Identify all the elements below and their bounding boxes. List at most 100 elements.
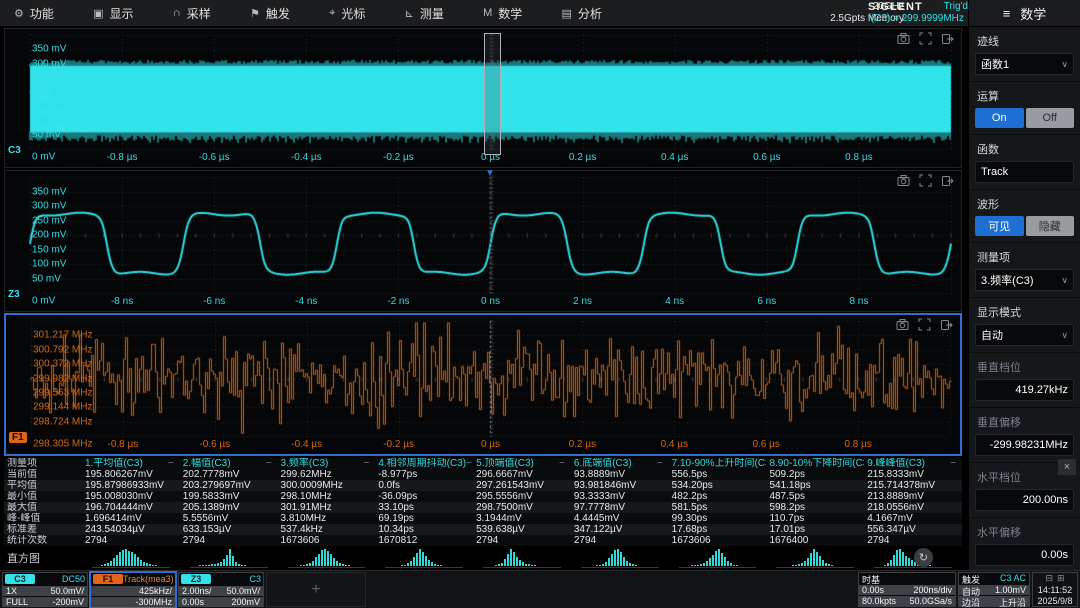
- menu-item-measure[interactable]: ⊾测量: [399, 5, 450, 22]
- remove-measurement-icon[interactable]: −: [266, 458, 272, 469]
- y-axis-label: 50 mV: [32, 273, 61, 284]
- operation-on-button[interactable]: On: [975, 108, 1024, 128]
- fullscreen-icon[interactable]: [919, 174, 932, 187]
- measurement-column-header[interactable]: 3.频率(C3)−: [278, 458, 376, 469]
- channel-box-z3[interactable]: Z3C32.00ns/50.0mV/0.00s200mV: [178, 572, 264, 607]
- remove-measurement-icon[interactable]: −: [168, 458, 174, 469]
- menu-item-trigger-flag[interactable]: ⚑触发: [244, 5, 296, 22]
- histogram-bar: [339, 563, 341, 566]
- measurement-column-header[interactable]: 4.相邻周期抖动(C3)−: [375, 458, 473, 469]
- measurement-histogram[interactable]: [288, 546, 366, 568]
- histogram-bar: [303, 565, 305, 566]
- measurement-value: 196.704444mV: [82, 502, 180, 513]
- measurement-histogram[interactable]: [679, 546, 757, 568]
- trace-label: 迹线: [977, 33, 1074, 49]
- fullscreen-icon[interactable]: [918, 318, 931, 331]
- voffset-field[interactable]: -299.98231MHz: [975, 434, 1074, 456]
- hoffset-field[interactable]: 0.00s: [975, 544, 1074, 566]
- camera-icon[interactable]: [896, 318, 909, 331]
- remove-measurement-icon[interactable]: −: [950, 458, 956, 469]
- reset-statistics-button[interactable]: ↻: [914, 548, 933, 567]
- measurement-value: 213.8889mV: [864, 491, 962, 502]
- measurement-column-header[interactable]: 7.10-90%上升时间(C3)−: [669, 458, 767, 469]
- histogram-bar: [119, 552, 121, 566]
- export-icon[interactable]: [940, 318, 953, 331]
- zoom-window-selector[interactable]: [484, 33, 501, 155]
- measurement-column-header[interactable]: 8.90-10%下降时间(C3)−: [766, 458, 864, 469]
- export-icon[interactable]: [941, 174, 954, 187]
- export-icon[interactable]: [941, 32, 954, 45]
- waveform-canvas-z3[interactable]: [5, 171, 961, 311]
- camera-icon[interactable]: [897, 32, 910, 45]
- siglent-logo: SIGLENT: [868, 1, 923, 13]
- measurement-column-header[interactable]: 1.平均值(C3)−: [82, 458, 180, 469]
- sidebar-header[interactable]: ≡ 数学: [969, 0, 1080, 27]
- menu-item-display[interactable]: ▣显示: [87, 5, 139, 22]
- hscale-field[interactable]: 200.00ns: [975, 489, 1074, 511]
- measurement-value: 296.6667mV: [473, 469, 571, 480]
- fullscreen-icon[interactable]: [919, 32, 932, 45]
- camera-icon[interactable]: [897, 174, 910, 187]
- histogram-bar: [241, 565, 243, 566]
- y-axis-label: 350 mV: [32, 186, 66, 197]
- measurement-histogram[interactable]: [483, 546, 561, 568]
- function-field[interactable]: Track: [975, 161, 1074, 183]
- trigger-box[interactable]: 触发 C3 AC 自动 1.00mV 边沿 上升沿: [958, 572, 1030, 607]
- menu-item-sampling[interactable]: ∩采样: [167, 5, 217, 22]
- menu-item-label: 分析: [578, 5, 602, 22]
- measurement-histogram[interactable]: [385, 546, 463, 568]
- math-marker-f1[interactable]: F1: [9, 432, 27, 443]
- trace-select[interactable]: 函数1 ∨: [975, 53, 1074, 75]
- measurement-histogram[interactable]: [190, 546, 268, 568]
- menu-item-math[interactable]: M数学: [477, 5, 528, 22]
- display-mode-select[interactable]: 自动 ∨: [975, 324, 1074, 346]
- column-header-text: 4.相邻周期抖动(C3): [378, 458, 466, 469]
- trigger-slope: 上升沿: [999, 596, 1026, 606]
- histogram-bar: [831, 565, 833, 566]
- measurement-column-header[interactable]: 6.底端值(C3)−: [571, 458, 669, 469]
- measurement-histogram[interactable]: [92, 546, 170, 568]
- clock-box[interactable]: ⊟ ⊞ 14:11:52 2025/9/8: [1032, 572, 1078, 607]
- waveform-canvas-f1[interactable]: [6, 315, 960, 454]
- vscale-field[interactable]: 419.27kHz: [975, 379, 1074, 401]
- timebase-points: 80.0kpts: [862, 596, 896, 606]
- x-axis-label: -6 ns: [190, 296, 238, 307]
- histogram-bar: [128, 551, 130, 566]
- remove-measurement-icon[interactable]: −: [657, 458, 663, 469]
- measurement-column-header[interactable]: 9.峰峰值(C3)−: [864, 458, 962, 469]
- waveform-hidden-button[interactable]: 隐藏: [1026, 216, 1075, 236]
- remove-measurement-icon[interactable]: −: [559, 458, 565, 469]
- waveform-visible-button[interactable]: 可见: [975, 216, 1024, 236]
- hamburger-icon: ≡: [1003, 6, 1011, 21]
- histogram-bar: [828, 564, 830, 566]
- menu-item-cursor[interactable]: ⌖光标: [323, 5, 371, 22]
- zoom-marker-z3[interactable]: Z3: [8, 289, 20, 300]
- measurement-column-header[interactable]: 2.幅值(C3)−: [180, 458, 278, 469]
- histogram-bar: [309, 563, 311, 566]
- close-table-icon[interactable]: ×: [1058, 459, 1076, 475]
- frequency-readout: f(C3) = 299.9999MHz: [868, 13, 968, 25]
- trigger-position-marker[interactable]: ▼: [485, 168, 495, 179]
- table-row-header: 峰-峰值: [4, 513, 82, 524]
- waveform-canvas-c3[interactable]: [5, 29, 961, 167]
- timebase-box[interactable]: 时基 0.00s 200ns/div 80.0kpts 50.0GSa/s: [858, 572, 956, 607]
- histogram-bar: [152, 565, 154, 566]
- measurement-histogram[interactable]: [581, 546, 659, 568]
- histogram-bar: [327, 551, 329, 566]
- measure-item-select[interactable]: 3.频率(C3) ∨: [975, 269, 1074, 291]
- measure-item-label: 测量项: [977, 249, 1074, 265]
- histogram-bar: [819, 556, 821, 566]
- y-axis-label: 150 mV: [32, 101, 66, 112]
- histogram-bar: [522, 562, 524, 566]
- measurement-column-header[interactable]: 5.顶端值(C3)−: [473, 458, 571, 469]
- remove-measurement-icon[interactable]: −: [363, 458, 369, 469]
- menu-item-gear[interactable]: ⚙功能: [8, 5, 60, 22]
- operation-off-button[interactable]: Off: [1026, 108, 1075, 128]
- add-channel-button[interactable]: +: [266, 572, 366, 607]
- channel-box-f1[interactable]: F1Track(mea3)425kHz/-300MHz: [90, 572, 176, 607]
- measurement-histogram[interactable]: [776, 546, 854, 568]
- channel-marker-c3[interactable]: C3: [8, 145, 21, 156]
- menu-item-analysis[interactable]: ▤分析: [556, 5, 608, 22]
- remove-measurement-icon[interactable]: −: [466, 458, 472, 469]
- channel-box-c3[interactable]: C3DC501X50.0mV/FULL-200mV: [2, 572, 88, 607]
